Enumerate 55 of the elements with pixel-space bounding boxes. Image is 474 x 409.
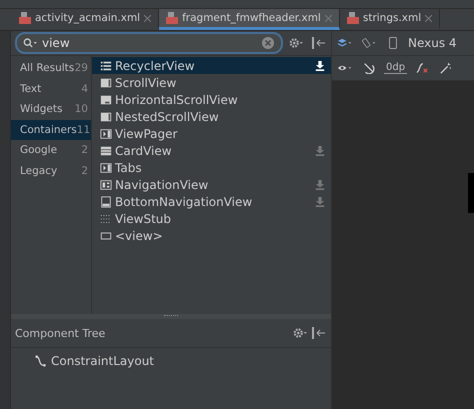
rectangle-icon xyxy=(100,230,112,242)
palette-item[interactable]: ViewPager xyxy=(92,125,331,142)
search-input[interactable]: view xyxy=(42,36,256,50)
margin-field[interactable]: 0dp xyxy=(384,62,408,74)
pager-icon xyxy=(100,162,112,174)
download-icon[interactable] xyxy=(315,60,325,70)
panel-title: Component Tree xyxy=(15,326,106,340)
pager-icon xyxy=(100,128,112,140)
phone-icon[interactable] xyxy=(386,37,400,49)
tree-item[interactable]: ConstraintLayout xyxy=(11,348,331,368)
category-item[interactable]: Containers11 xyxy=(11,120,91,140)
palette-item[interactable]: ScrollView xyxy=(92,74,331,91)
xml-file-icon xyxy=(346,12,359,24)
scroll-view-icon xyxy=(100,76,112,88)
scroll-view-icon xyxy=(100,110,112,122)
palette-item[interactable]: Tabs xyxy=(92,159,331,176)
xml-file-icon xyxy=(19,12,31,24)
search-field[interactable]: view xyxy=(15,32,283,54)
palette-item[interactable]: CardView xyxy=(92,142,331,159)
file-tab[interactable]: strings.xml xyxy=(340,9,440,30)
category-item[interactable]: Legacy 2 xyxy=(11,160,91,181)
palette-item[interactable]: ViewStub xyxy=(92,210,331,227)
constraint-icon xyxy=(35,355,47,367)
magic-wand-icon[interactable] xyxy=(439,62,454,74)
collapse-icon[interactable] xyxy=(311,37,325,49)
palette-item[interactable]: HorizontalScrollView xyxy=(92,91,331,108)
device-selector[interactable]: Nexus 4 xyxy=(408,36,457,50)
category-item[interactable]: Widgets 10 xyxy=(11,99,91,120)
dotted-lines-icon xyxy=(100,212,112,224)
category-item[interactable]: Google 2 xyxy=(11,140,91,160)
list-icon xyxy=(100,60,112,72)
palette-item[interactable]: NavigationView xyxy=(92,176,331,193)
scroll-view-icon xyxy=(100,94,112,106)
file-tab[interactable]: fragment_fmwfheader.xml xyxy=(159,9,340,30)
palette-item[interactable]: NestedScrollView xyxy=(92,108,331,125)
rotate-icon[interactable] xyxy=(362,37,376,49)
settings-icon[interactable] xyxy=(289,37,303,49)
settings-icon[interactable] xyxy=(293,327,307,339)
close-icon[interactable] xyxy=(425,14,432,22)
category-item[interactable]: Text 4 xyxy=(11,78,91,99)
clear-icon[interactable] xyxy=(261,37,275,49)
collapse-icon[interactable] xyxy=(311,327,325,339)
xml-file-icon xyxy=(166,12,178,24)
card-icon xyxy=(100,144,112,156)
panel-icon xyxy=(100,178,112,190)
clear-constraints-icon[interactable] xyxy=(415,62,430,74)
palette-item[interactable]: RecyclerView xyxy=(92,57,331,74)
search-icon xyxy=(23,37,37,49)
close-icon[interactable] xyxy=(144,14,152,22)
palette-item[interactable]: BottomNavigationView xyxy=(92,193,331,210)
layers-icon[interactable] xyxy=(338,37,352,49)
category-item[interactable]: All Results29 xyxy=(11,58,91,78)
device-preview xyxy=(468,173,474,213)
phone-icon xyxy=(100,196,112,208)
palette-item[interactable]: <view> xyxy=(92,227,331,244)
